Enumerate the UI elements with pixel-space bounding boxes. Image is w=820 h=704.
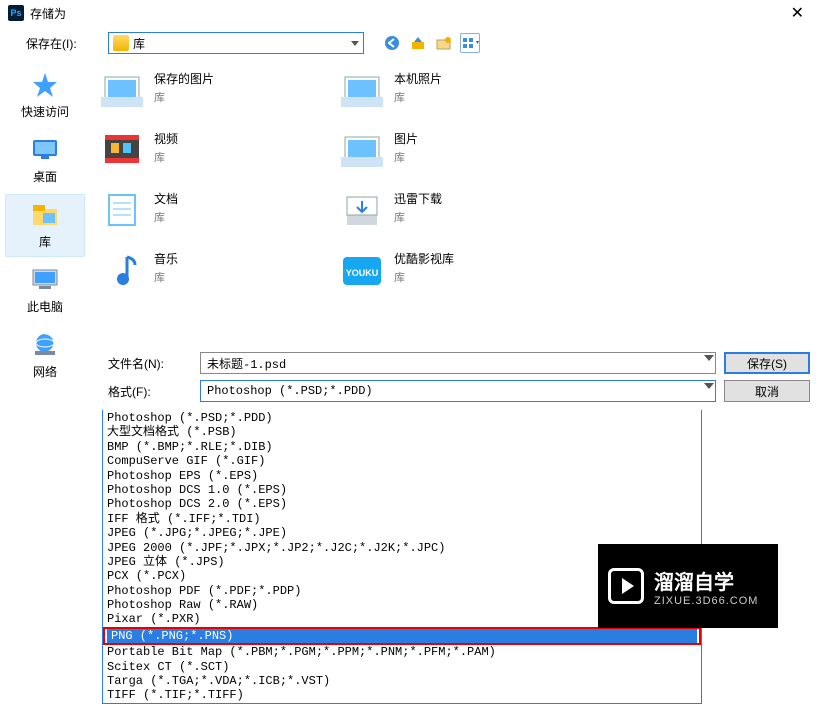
- cancel-button[interactable]: 取消: [724, 380, 810, 402]
- format-option[interactable]: 大型文档格式 (*.PSB): [103, 425, 701, 439]
- up-icon[interactable]: [408, 33, 428, 53]
- file-list[interactable]: 保存的图片库 本机照片库 视频库 图片库 文档库 迅雷下载库 音乐库 YOUKU: [90, 60, 820, 350]
- youku-icon: YOUKU: [340, 250, 384, 290]
- format-option[interactable]: Photoshop DCS 2.0 (*.EPS): [103, 497, 701, 511]
- watermark: 溜溜自学 ZIXUE.3D66.COM: [598, 544, 778, 628]
- main-area: 快速访问 桌面 库 此电脑 网络 保存的图片库 本机照片库 视频: [0, 60, 820, 350]
- format-combo[interactable]: [200, 380, 716, 402]
- list-item[interactable]: 视频库: [96, 126, 336, 182]
- sidebar-item-label: 桌面: [8, 168, 82, 185]
- list-item[interactable]: 文档库: [96, 186, 336, 242]
- list-item[interactable]: 音乐库: [96, 246, 336, 302]
- dialog-title: 存储为: [30, 5, 783, 22]
- svg-text:YOUKU: YOUKU: [346, 268, 379, 278]
- close-icon[interactable]: ✕: [783, 3, 812, 23]
- save-in-row: 保存在(I): 库: [0, 26, 820, 60]
- back-icon[interactable]: [382, 33, 402, 53]
- sidebar-item-network[interactable]: 网络: [5, 324, 85, 387]
- save-in-label: 保存在(I):: [26, 35, 100, 52]
- format-option[interactable]: CompuServe GIF (*.GIF): [103, 454, 701, 468]
- sidebar-item-label: 网络: [8, 363, 82, 380]
- filename-input[interactable]: [200, 352, 716, 374]
- sidebar-item-libraries[interactable]: 库: [5, 194, 85, 257]
- folder-icon: [113, 35, 129, 51]
- format-option[interactable]: Targa (*.TGA;*.VDA;*.ICB;*.VST): [103, 674, 701, 688]
- list-item[interactable]: 迅雷下载库: [336, 186, 576, 242]
- format-option[interactable]: TIFF (*.TIF;*.TIFF): [103, 688, 701, 702]
- sidebar-item-quickaccess[interactable]: 快速访问: [5, 64, 85, 127]
- video-icon: [100, 130, 144, 170]
- form-area: 文件名(N): 保存(S) 格式(F): 取消: [0, 350, 820, 410]
- sidebar-item-label: 此电脑: [8, 298, 82, 315]
- chevron-down-icon: [351, 41, 359, 46]
- chevron-down-icon[interactable]: [704, 383, 714, 389]
- format-option[interactable]: BMP (*.BMP;*.RLE;*.DIB): [103, 440, 701, 454]
- network-icon: [29, 331, 61, 359]
- format-option[interactable]: Photoshop EPS (*.EPS): [103, 469, 701, 483]
- list-item[interactable]: YOUKU 优酷影视库库: [336, 246, 576, 302]
- filename-label: 文件名(N):: [108, 355, 192, 372]
- sidebar-item-desktop[interactable]: 桌面: [5, 129, 85, 192]
- list-item[interactable]: 图片库: [336, 126, 576, 182]
- star-icon: [29, 71, 61, 99]
- places-sidebar: 快速访问 桌面 库 此电脑 网络: [0, 60, 90, 350]
- list-item[interactable]: 本机照片库: [336, 66, 576, 122]
- format-option[interactable]: Portable Bit Map (*.PBM;*.PGM;*.PPM;*.PN…: [103, 645, 701, 659]
- pictures-icon: [340, 130, 384, 170]
- list-item[interactable]: 保存的图片库: [96, 66, 336, 122]
- sidebar-item-label: 库: [8, 233, 82, 250]
- format-label: 格式(F):: [108, 383, 192, 400]
- sidebar-item-label: 快速访问: [8, 103, 82, 120]
- format-option[interactable]: Photoshop (*.PSD;*.PDD): [103, 411, 701, 425]
- chevron-down-icon[interactable]: [704, 355, 714, 361]
- location-value: 库: [133, 35, 145, 52]
- desktop-icon: [29, 136, 61, 164]
- format-option[interactable]: Scitex CT (*.SCT): [103, 660, 701, 674]
- new-folder-icon[interactable]: [434, 33, 454, 53]
- titlebar: Ps 存储为 ✕: [0, 0, 820, 26]
- pictures-icon: [100, 70, 144, 110]
- location-combo[interactable]: 库: [108, 32, 364, 54]
- music-icon: [100, 250, 144, 290]
- sidebar-item-thispc[interactable]: 此电脑: [5, 259, 85, 322]
- library-icon: [29, 201, 61, 229]
- pictures-icon: [340, 70, 384, 110]
- format-option[interactable]: JPEG (*.JPG;*.JPEG;*.JPE): [103, 526, 701, 540]
- download-icon: [340, 190, 384, 230]
- format-option[interactable]: Photoshop DCS 1.0 (*.EPS): [103, 483, 701, 497]
- format-option[interactable]: IFF 格式 (*.IFF;*.TDI): [103, 512, 701, 526]
- save-button[interactable]: 保存(S): [724, 352, 810, 374]
- view-menu-icon[interactable]: [460, 33, 480, 53]
- pc-icon: [29, 266, 61, 294]
- play-icon: [608, 568, 644, 604]
- ps-icon: Ps: [8, 5, 24, 21]
- document-icon: [100, 190, 144, 230]
- toolbar-icons: [382, 33, 480, 53]
